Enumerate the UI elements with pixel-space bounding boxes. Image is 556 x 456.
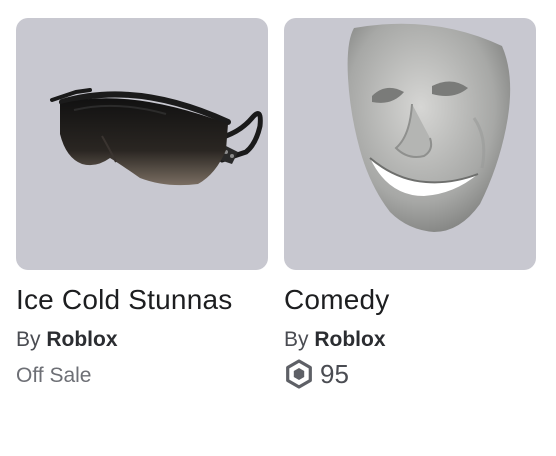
item-thumbnail[interactable] xyxy=(284,18,536,270)
creator-link[interactable]: Roblox xyxy=(314,328,385,351)
comedy-mask-icon xyxy=(347,23,511,232)
robux-icon xyxy=(284,359,314,389)
item-creator: By Roblox xyxy=(284,325,536,355)
item-card-comedy[interactable]: Comedy By Roblox 95 xyxy=(284,18,536,391)
item-card-ice-cold-stunnas[interactable]: Ice Cold Stunnas By Roblox Off Sale xyxy=(16,18,268,391)
by-label: By xyxy=(284,328,309,351)
sunglasses-icon xyxy=(50,88,263,186)
item-price: 95 xyxy=(284,359,536,389)
creator-link[interactable]: Roblox xyxy=(46,328,117,351)
item-creator: By Roblox xyxy=(16,325,268,355)
catalog-grid: Ice Cold Stunnas By Roblox Off Sale Come… xyxy=(16,18,536,391)
price-value: 95 xyxy=(320,359,349,389)
by-label: By xyxy=(16,328,41,351)
item-name[interactable]: Ice Cold Stunnas xyxy=(16,278,268,321)
item-name[interactable]: Comedy xyxy=(284,278,536,321)
item-thumbnail[interactable] xyxy=(16,18,268,270)
sale-status: Off Sale xyxy=(16,364,92,387)
